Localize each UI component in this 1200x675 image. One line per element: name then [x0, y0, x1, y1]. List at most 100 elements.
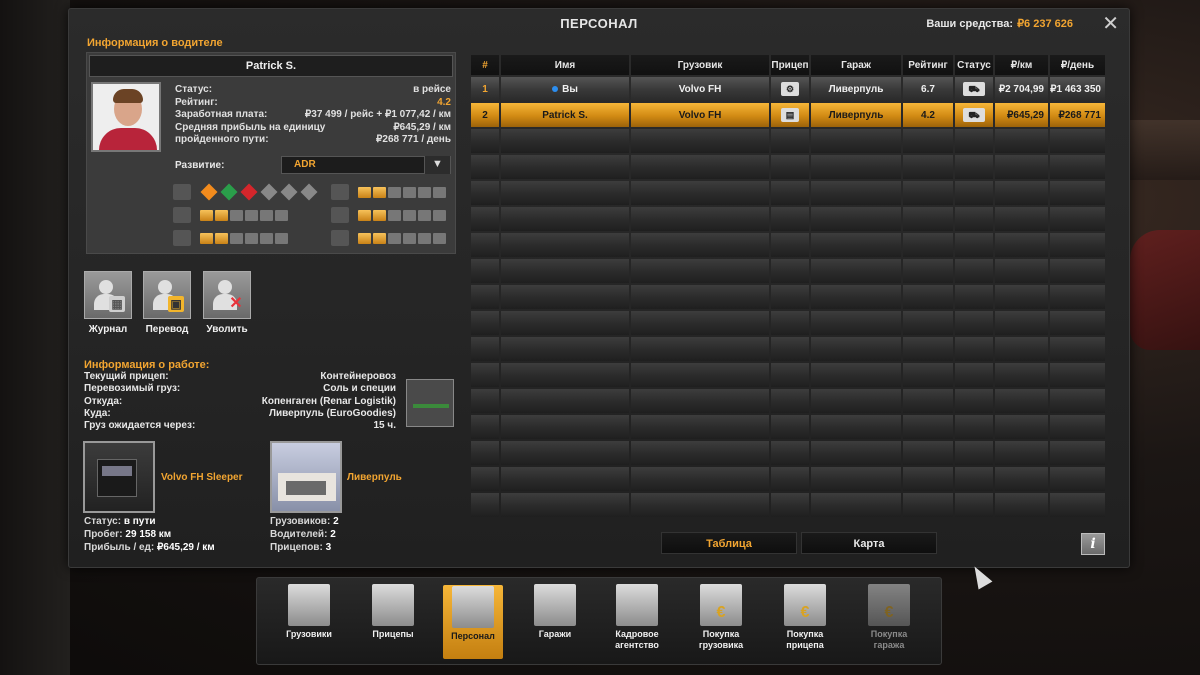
tab-table[interactable]: Таблица [661, 532, 797, 554]
fire-icon[interactable]: ✕ [203, 271, 251, 319]
skill-level [373, 186, 386, 198]
menu-item-buy-trailer[interactable]: € Покупка прицепа [775, 584, 835, 651]
garage-thumbnail[interactable] [270, 441, 342, 513]
table-row-empty[interactable] [471, 155, 1105, 179]
skill-level [245, 232, 258, 244]
truck-thumbnail[interactable] [83, 441, 155, 513]
table-row[interactable]: 1 Вы Volvo FH ⚙ Ливерпуль 6.7 ⛟ ₽2 704,99 ₽1 463… [471, 77, 1105, 101]
skill-level [275, 209, 288, 221]
skill-level [358, 186, 371, 198]
table-row-empty[interactable] [471, 389, 1105, 413]
staff-icon [452, 586, 494, 628]
stat-key: Прибыль / ед: [84, 542, 155, 553]
table-row-empty[interactable] [471, 259, 1105, 283]
container-trailer-icon[interactable]: ▤ [781, 108, 799, 122]
driver-field: Средняя прибыль на единицу ₽645,29 / км [175, 122, 451, 135]
table-row-empty[interactable] [471, 233, 1105, 257]
development-label: Развитие: [175, 160, 225, 171]
empty-cell [903, 389, 953, 413]
menu-item-staff[interactable]: Персонал [443, 585, 503, 659]
truck-stats: Статус: в пути Пробег: 29 158 км Прибыль /… [84, 515, 215, 554]
journal-action[interactable]: ▦ Журнал [83, 271, 133, 335]
menu-item-trucks[interactable]: Грузовики [279, 584, 339, 640]
empty-cell [811, 493, 901, 517]
table-row-empty[interactable] [471, 285, 1105, 309]
empty-cell [501, 181, 629, 205]
empty-cell [471, 155, 499, 179]
chevron-down-icon[interactable]: ▼ [424, 156, 450, 174]
column-header[interactable]: Статус [955, 55, 993, 75]
euro-mark: € [716, 604, 726, 621]
driver-field-key: пройденного пути: [175, 134, 269, 145]
skill-level [358, 209, 371, 221]
empty-cell [1050, 259, 1105, 283]
job-field-value: Ливерпуль (EuroGoodies) [268, 407, 396, 419]
empty-cell [631, 285, 769, 309]
stat-key: Водителей: [270, 529, 328, 540]
column-header[interactable]: ₽/км [995, 55, 1048, 75]
menu-item-label: Покупка прицепа [786, 629, 824, 650]
skill-level [388, 209, 401, 221]
transfer-action[interactable]: ▣ Перевод [142, 271, 192, 335]
empty-cell [471, 285, 499, 309]
menu-item-trailers[interactable]: Прицепы [363, 584, 423, 640]
empty-cell [903, 441, 953, 465]
empty-cell [631, 389, 769, 413]
table-row-empty[interactable] [471, 311, 1105, 335]
development-select[interactable]: ADR ▼ [281, 156, 451, 174]
empty-cell [501, 415, 629, 439]
table-row-empty[interactable] [471, 337, 1105, 361]
job-field: Текущий прицеп: Контейнеровоз [84, 371, 396, 383]
stat-value: в пути [123, 516, 156, 527]
own-trailer-icon[interactable]: ⚙ [781, 82, 799, 96]
column-header[interactable]: # [471, 55, 499, 75]
stat-key: Пробег: [84, 529, 123, 540]
table-row-empty[interactable] [471, 207, 1105, 231]
row-rating: 6.7 [903, 77, 953, 101]
trailer-thumbnail[interactable] [406, 379, 454, 427]
table-row[interactable]: 2 Patrick S. Volvo FH ▤ Ливерпуль 4.2 ⛟ ₽645,29… [471, 103, 1105, 127]
menu-item-label: Гаражи [538, 629, 572, 639]
transfer-icon[interactable]: ▣ [143, 271, 191, 319]
journal-icon[interactable]: ▦ [84, 271, 132, 319]
close-icon[interactable]: ✕ [1102, 11, 1119, 36]
empty-cell [771, 207, 809, 231]
table-row-empty[interactable] [471, 129, 1105, 153]
row-name-text: Patrick S. [542, 109, 588, 121]
skill-level [215, 209, 228, 221]
empty-cell [501, 311, 629, 335]
info-icon[interactable]: i [1081, 533, 1105, 555]
skill-level [260, 209, 273, 221]
table-row-empty[interactable] [471, 467, 1105, 491]
driver-name: Patrick S. [89, 55, 453, 77]
empty-cell [631, 207, 769, 231]
skill-level [245, 209, 258, 221]
table-row-empty[interactable] [471, 363, 1105, 387]
column-header[interactable]: Рейтинг [903, 55, 953, 75]
trailers-icon [372, 584, 414, 626]
column-header[interactable]: Гараж [811, 55, 901, 75]
tab-map[interactable]: Карта [801, 532, 937, 554]
table-row-empty[interactable] [471, 493, 1105, 517]
skill-row [331, 230, 446, 246]
empty-cell [811, 181, 901, 205]
menu-item-agency[interactable]: Кадровое агентство [607, 584, 667, 651]
empty-cell [903, 493, 953, 517]
empty-cell [955, 415, 993, 439]
empty-cell [995, 441, 1048, 465]
table-row-empty[interactable] [471, 181, 1105, 205]
empty-cell [631, 129, 769, 153]
garage-name: Ливерпуль [347, 472, 402, 483]
menu-item-buy-truck[interactable]: € Покупка грузовика [691, 584, 751, 651]
job-field: Откуда: Копенгаген (Renar Logistik) [84, 396, 396, 408]
fire-action[interactable]: ✕ Уволить [202, 271, 252, 335]
column-header[interactable]: Имя [501, 55, 629, 75]
table-row-empty[interactable] [471, 415, 1105, 439]
empty-cell [903, 363, 953, 387]
menu-item-garages[interactable]: Гаражи [525, 584, 585, 640]
column-header[interactable]: ₽/день [1050, 55, 1105, 75]
column-header[interactable]: Грузовик [631, 55, 769, 75]
column-header[interactable]: Прицеп [771, 55, 809, 75]
table-row-empty[interactable] [471, 441, 1105, 465]
job-field-value: Копенгаген (Renar Logistik) [261, 395, 396, 407]
